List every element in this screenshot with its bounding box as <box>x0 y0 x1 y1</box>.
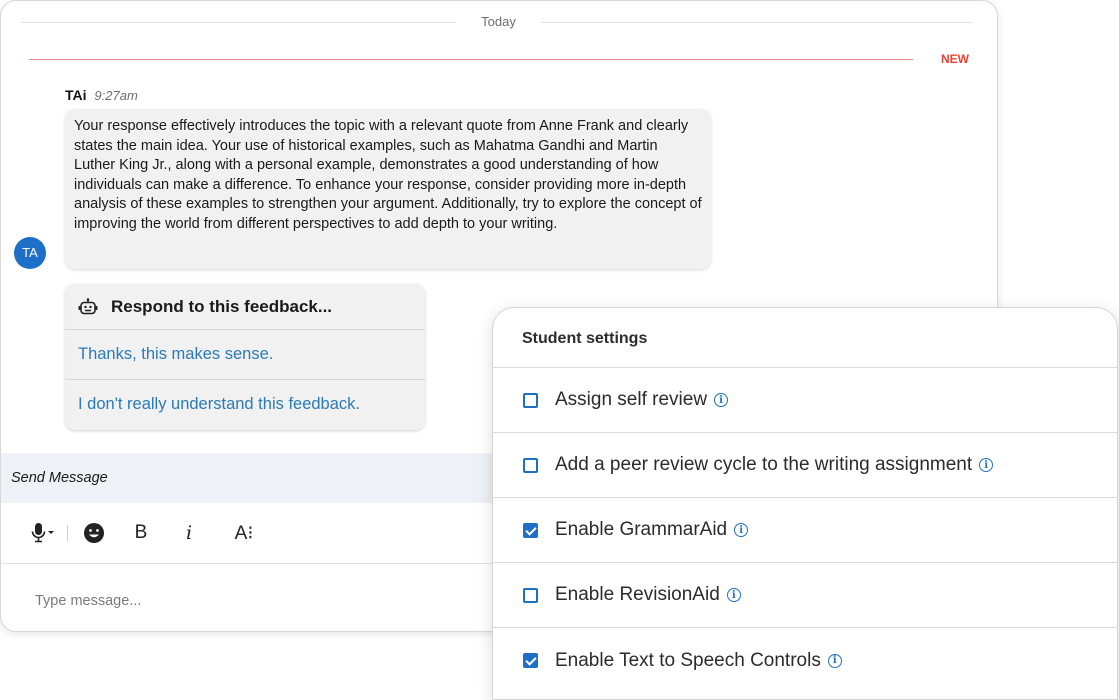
italic-button[interactable]: i <box>179 520 199 546</box>
font-size-button[interactable]: A⁝ <box>229 520 259 546</box>
setting-row-peer-review[interactable]: Add a peer review cycle to the writing a… <box>493 433 1117 498</box>
peer-review-checkbox[interactable] <box>523 457 538 473</box>
respond-card: Respond to this feedback... Thanks, this… <box>65 284 425 430</box>
setting-label: Enable Text to Speech Controls <box>555 649 821 671</box>
setting-label: Assign self review <box>555 389 708 410</box>
message-time: 9:27am <box>94 88 138 103</box>
new-label: NEW <box>941 52 969 66</box>
divider-line <box>541 22 973 23</box>
robot-icon <box>78 297 98 314</box>
emoji-icon <box>84 523 104 543</box>
setting-row-text-to-speech[interactable]: Enable Text to Speech Controls i <box>493 628 1117 693</box>
info-icon[interactable]: i <box>979 458 994 472</box>
info-icon[interactable]: i <box>827 653 842 668</box>
microphone-dropdown-button[interactable] <box>29 520 59 546</box>
student-settings-panel: Student settings Assign self review i Ad… <box>492 307 1118 700</box>
revisionaid-checkbox[interactable] <box>523 587 538 603</box>
message-bubble: Your response effectively introduces the… <box>65 109 711 269</box>
respond-card-title: Respond to this feedback... <box>111 296 333 316</box>
respond-card-header: Respond to this feedback... <box>65 284 425 330</box>
setting-label: Enable GrammarAid <box>555 519 728 540</box>
info-icon[interactable]: i <box>714 393 729 407</box>
sender-name: TAi <box>65 87 87 103</box>
divider-line <box>21 22 456 23</box>
divider-line <box>29 59 913 60</box>
message-header: TAi 9:27am <box>65 87 138 103</box>
setting-row-grammaraid[interactable]: Enable GrammarAid i <box>493 498 1117 563</box>
setting-label: Add a peer review cycle to the writing a… <box>555 454 973 475</box>
setting-row-revisionaid[interactable]: Enable RevisionAid i <box>493 563 1117 628</box>
text-to-speech-checkbox[interactable] <box>523 653 538 668</box>
send-message-label: Send Message <box>11 470 108 486</box>
date-divider-label: Today <box>481 14 516 29</box>
student-settings-title: Student settings <box>493 308 1117 368</box>
emoji-button[interactable] <box>81 520 107 546</box>
info-icon[interactable]: i <box>726 588 741 602</box>
self-review-checkbox[interactable] <box>523 392 538 408</box>
avatar[interactable]: TA <box>14 237 46 269</box>
toolbar-separator <box>67 525 68 541</box>
date-divider: Today <box>21 12 973 32</box>
setting-row-self-review[interactable]: Assign self review i <box>493 368 1117 433</box>
info-icon[interactable]: i <box>734 523 749 537</box>
grammaraid-checkbox[interactable] <box>523 522 538 538</box>
new-messages-divider: NEW <box>29 51 973 69</box>
message-input-placeholder: Type message... <box>35 593 142 609</box>
microphone-icon <box>31 523 54 543</box>
quick-reply-option[interactable]: I don't really understand this feedback. <box>65 379 425 428</box>
quick-reply-option[interactable]: Thanks, this makes sense. <box>65 330 425 379</box>
bold-button[interactable]: B <box>129 520 153 546</box>
setting-label: Enable RevisionAid <box>555 584 720 605</box>
